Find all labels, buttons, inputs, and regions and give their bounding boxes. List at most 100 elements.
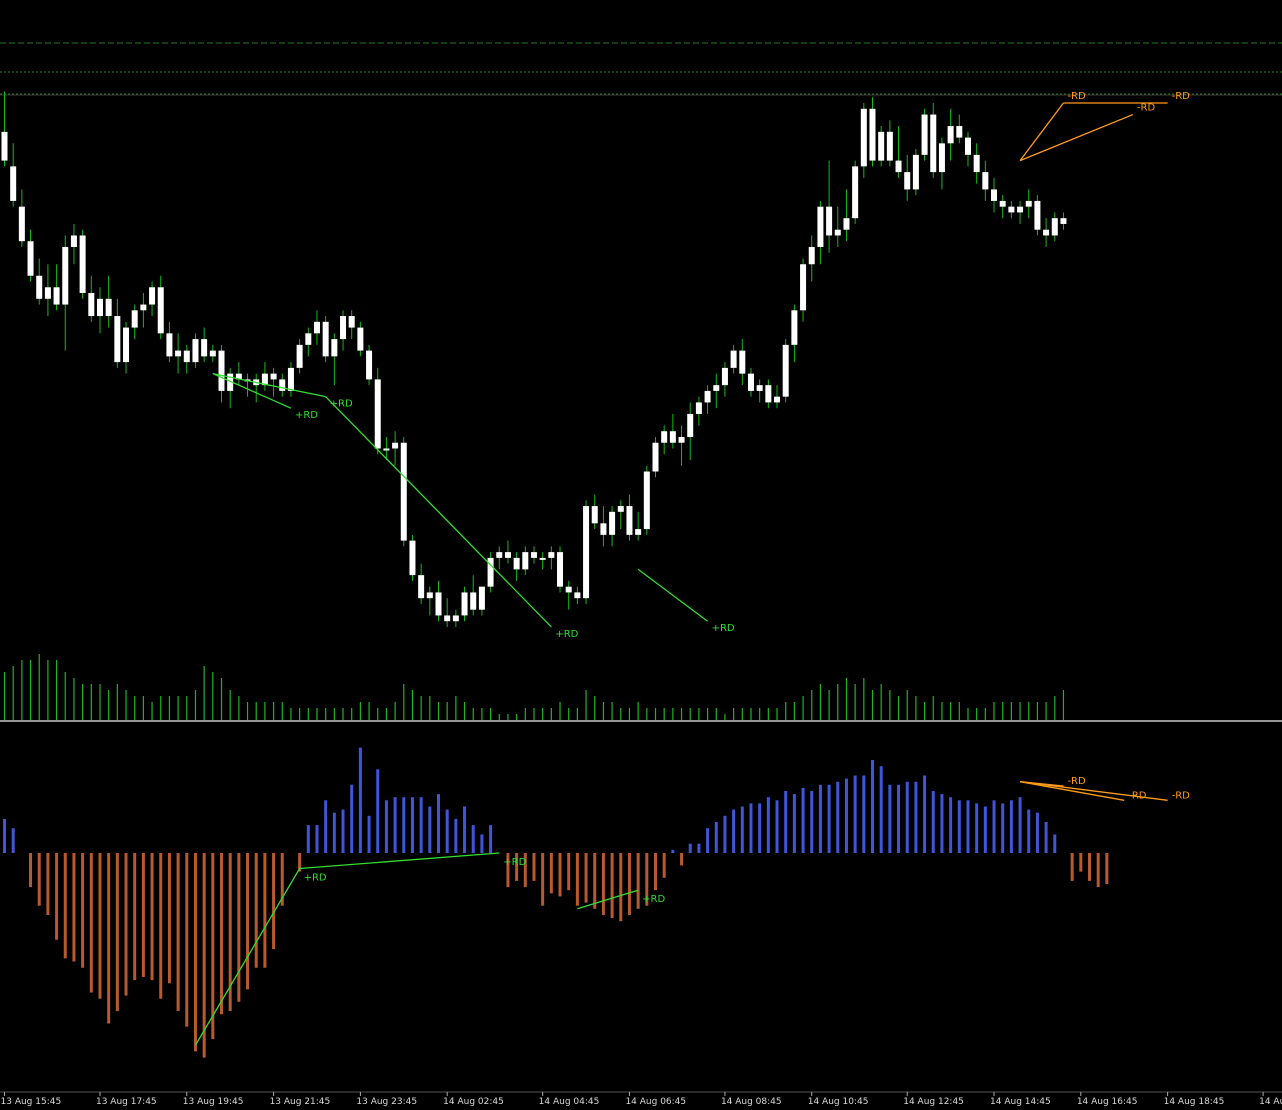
candle-body	[340, 316, 347, 340]
candle-body	[817, 206, 824, 247]
candle-body	[201, 339, 208, 357]
candle-body	[791, 310, 798, 345]
candle-body	[96, 298, 103, 317]
time-tick-label: 14 Aug 10:45	[808, 1097, 869, 1107]
candle-body	[470, 592, 477, 610]
candle-body	[1034, 200, 1041, 230]
candle-body	[140, 304, 147, 311]
candle-body	[1060, 218, 1067, 224]
candle-body	[739, 350, 746, 374]
candle-body	[878, 131, 885, 161]
chart-background	[0, 0, 1282, 1110]
candle-body	[730, 350, 737, 368]
candle-body	[392, 442, 399, 449]
time-tick-label: 13 Aug 17:45	[96, 1097, 157, 1107]
candle-body	[348, 316, 355, 328]
candle-body	[374, 379, 381, 449]
candle-body	[557, 552, 564, 587]
candle-body	[756, 385, 763, 391]
candle-body	[852, 166, 859, 219]
candle-body	[18, 206, 25, 242]
chart-canvas[interactable]: +RD+RD+RD+RD-RD-RD-RD +RD+RD+RD-RD-RD -RD…	[0, 0, 1282, 1110]
candle-body	[895, 160, 902, 173]
divergence-label: +RD	[304, 873, 327, 884]
candle-body	[279, 379, 286, 391]
candle-body	[88, 293, 95, 317]
candle-body	[1043, 229, 1050, 236]
candle-body	[305, 333, 312, 345]
divergence-label: -RD	[1172, 91, 1191, 102]
candle-body	[617, 506, 624, 512]
candle-body	[10, 166, 17, 201]
candle-body	[626, 506, 633, 535]
candle-body	[782, 344, 789, 397]
candle-body	[661, 431, 668, 443]
candle-body	[44, 287, 51, 299]
time-tick-label: 13 Aug 19:45	[183, 1097, 244, 1107]
candle-body	[383, 448, 390, 451]
candle-body	[444, 615, 451, 622]
candle-body	[452, 615, 459, 622]
divergence-label: +RD	[712, 623, 735, 634]
candle-body	[322, 321, 329, 357]
divergence-label: -RD	[1067, 91, 1086, 102]
divergence-label: -RD	[1137, 103, 1156, 114]
candle-body	[522, 552, 529, 570]
candle-body	[504, 552, 511, 558]
candle-body	[79, 235, 86, 294]
candle-body	[669, 431, 676, 443]
divergence-label: +RD	[555, 629, 578, 640]
candle-body	[721, 367, 728, 386]
candle-body	[834, 229, 841, 236]
candle-body	[921, 114, 928, 155]
time-tick-label: 13 Aug 23:45	[356, 1097, 417, 1107]
candle-body	[947, 126, 954, 144]
divergence-label: +RD	[295, 410, 318, 421]
candle-body	[1, 131, 8, 161]
candle-body	[583, 506, 590, 599]
candle-body	[930, 114, 937, 173]
candle-body	[157, 287, 164, 334]
candle-body	[695, 402, 702, 414]
candle-body	[183, 350, 190, 363]
candle-body	[643, 471, 650, 530]
divergence-label: -RD	[1067, 776, 1086, 787]
candle-body	[600, 523, 607, 535]
time-tick-label: 14 Aug 18:45	[1164, 1097, 1225, 1107]
candle-body	[313, 321, 320, 334]
time-tick-label: 14 Aug 02:45	[443, 1097, 504, 1107]
candle-body	[800, 264, 807, 311]
candle-body	[400, 442, 407, 541]
candle-body	[991, 189, 998, 201]
candle-body	[747, 373, 754, 391]
candle-body	[678, 436, 685, 443]
candle-body	[565, 586, 572, 593]
time-tick-label: 14 Aug 16:45	[1077, 1097, 1138, 1107]
time-tick-label: 14 Aug 14:45	[990, 1097, 1051, 1107]
candle-body	[886, 131, 893, 161]
candle-body	[548, 552, 555, 558]
candle-body	[418, 575, 425, 599]
candle-body	[956, 126, 963, 138]
candle-body	[1008, 206, 1015, 213]
candle-body	[1017, 206, 1024, 213]
candle-body	[635, 529, 642, 535]
candle-body	[765, 385, 772, 403]
candle-body	[478, 586, 485, 610]
candle-body	[53, 287, 60, 305]
candle-body	[704, 390, 711, 403]
candle-body	[539, 557, 546, 560]
candle-body	[591, 506, 598, 524]
candle-body	[574, 592, 581, 599]
candle-body	[192, 339, 199, 363]
candle-body	[530, 552, 537, 558]
candle-body	[331, 339, 338, 357]
candle-body	[123, 327, 130, 363]
candle-body	[826, 206, 833, 236]
time-tick-label: 13 Aug 21:45	[270, 1097, 331, 1107]
candle-body	[149, 287, 156, 305]
candle-body	[999, 200, 1006, 207]
candle-body	[270, 373, 277, 380]
candle-body	[964, 137, 971, 155]
time-tick-label: 13 Aug 15:45	[1, 1097, 62, 1107]
